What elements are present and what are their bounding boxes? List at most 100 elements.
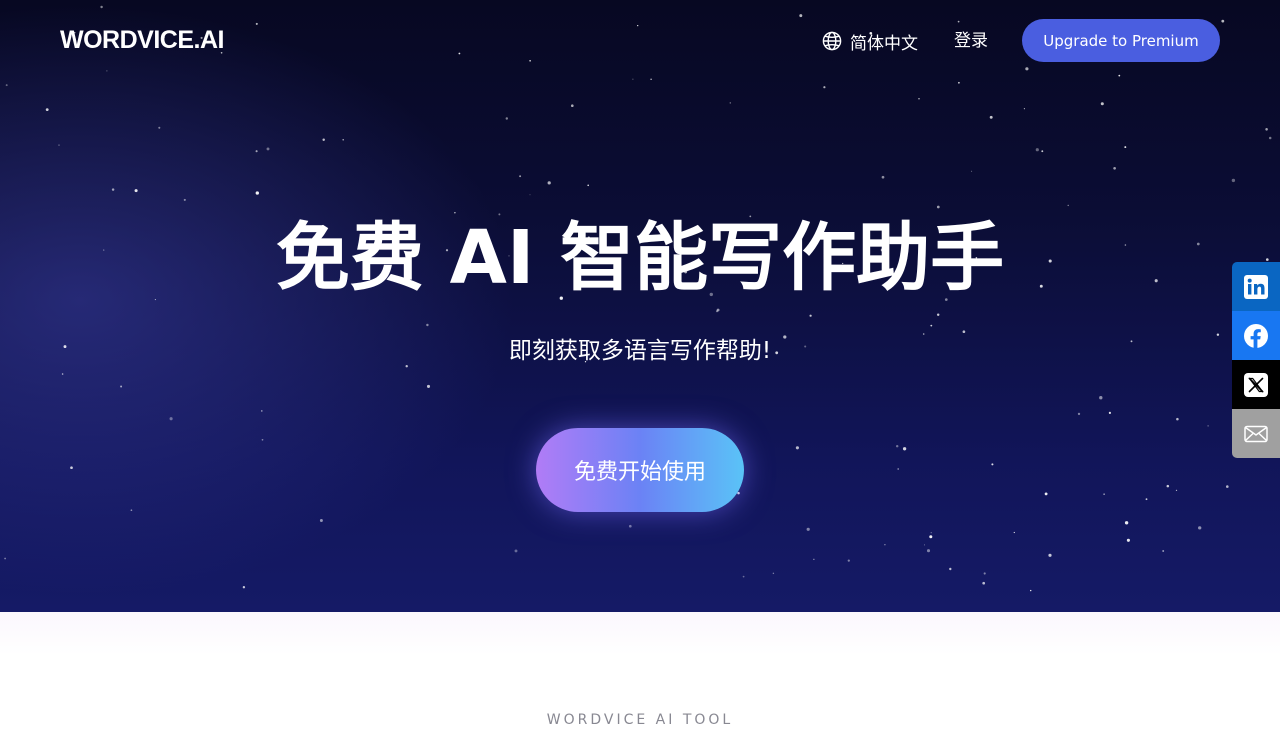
star xyxy=(628,524,632,528)
star xyxy=(255,150,258,153)
star xyxy=(1175,489,1178,492)
linkedin-icon xyxy=(1243,274,1269,300)
star xyxy=(823,86,826,89)
star xyxy=(4,557,6,560)
star xyxy=(884,543,886,546)
star xyxy=(809,314,812,317)
share-linkedin-button[interactable] xyxy=(1232,262,1280,311)
star xyxy=(772,572,775,575)
star xyxy=(70,466,73,470)
star xyxy=(936,313,940,317)
star xyxy=(1198,526,1202,530)
star xyxy=(130,509,133,512)
star xyxy=(806,527,810,531)
star xyxy=(5,84,8,87)
star xyxy=(1023,108,1025,110)
star xyxy=(261,438,264,441)
star xyxy=(322,138,325,142)
star xyxy=(519,175,522,178)
star xyxy=(1035,148,1039,152)
star xyxy=(1162,550,1165,552)
site-header: WORDVICE.AI 简体中文 登录 Upgrade to Premium xyxy=(0,0,1280,82)
starfield-background xyxy=(4,5,1272,592)
share-x-button[interactable] xyxy=(1232,360,1280,409)
star xyxy=(120,385,123,388)
star xyxy=(962,330,966,334)
star xyxy=(1231,178,1236,183)
star xyxy=(1041,150,1044,153)
star xyxy=(1067,204,1069,207)
star xyxy=(1124,146,1127,149)
star xyxy=(930,532,932,534)
star xyxy=(929,535,933,539)
star xyxy=(983,572,986,575)
star xyxy=(991,463,994,466)
start-free-button[interactable]: 免费开始使用 xyxy=(536,428,744,512)
star xyxy=(895,444,899,448)
star xyxy=(514,549,518,553)
section-tag: WORDVICE AI TOOL xyxy=(546,712,734,728)
star xyxy=(529,194,531,196)
star xyxy=(158,126,161,129)
star xyxy=(881,175,885,179)
star xyxy=(58,144,60,146)
star xyxy=(1108,411,1111,414)
language-label: 简体中文 xyxy=(850,33,918,54)
star xyxy=(505,117,509,120)
star xyxy=(255,191,259,195)
star xyxy=(266,147,270,151)
star xyxy=(1145,498,1148,501)
social-share-bar xyxy=(1232,262,1280,458)
star xyxy=(982,581,986,585)
star xyxy=(134,189,138,193)
facebook-icon xyxy=(1243,323,1269,349)
star xyxy=(111,188,115,191)
star xyxy=(716,308,720,312)
star xyxy=(971,170,973,172)
star xyxy=(342,138,344,141)
star xyxy=(1268,136,1272,140)
star xyxy=(183,198,186,201)
star xyxy=(587,184,589,187)
star xyxy=(1100,102,1104,106)
star xyxy=(958,81,960,84)
star xyxy=(1013,531,1015,534)
tools-section: WORDVICE AI TOOL xyxy=(0,612,1280,728)
star xyxy=(989,115,993,119)
language-selector[interactable]: 简体中文 xyxy=(822,29,918,54)
star xyxy=(902,447,907,451)
login-link[interactable]: 登录 xyxy=(954,29,988,53)
star xyxy=(1207,425,1209,427)
star xyxy=(1077,412,1081,416)
x-icon xyxy=(1243,372,1269,398)
share-facebook-button[interactable] xyxy=(1232,311,1280,360)
star xyxy=(1176,417,1179,421)
star xyxy=(261,410,263,412)
star xyxy=(918,98,920,100)
star xyxy=(1030,589,1032,592)
star xyxy=(45,108,49,112)
star xyxy=(729,102,732,104)
star xyxy=(1265,128,1268,131)
star xyxy=(571,104,574,107)
star xyxy=(1166,484,1170,488)
star xyxy=(926,549,931,553)
star xyxy=(847,559,850,562)
star xyxy=(169,417,173,421)
star xyxy=(242,586,246,589)
hero-title: 免费 AI 智能写作助手 xyxy=(275,215,1005,301)
star xyxy=(1124,521,1129,525)
star xyxy=(1113,166,1116,170)
star xyxy=(795,446,799,450)
star xyxy=(1126,538,1130,542)
hero-subtitle: 即刻获取多语言写作帮助! xyxy=(508,338,772,364)
star xyxy=(897,468,900,470)
share-email-button[interactable] xyxy=(1232,409,1280,458)
star xyxy=(1226,485,1229,488)
wordvice-logo[interactable]: WORDVICE.AI xyxy=(60,26,224,54)
upgrade-premium-button[interactable]: Upgrade to Premium xyxy=(1022,19,1220,62)
star xyxy=(1099,396,1103,400)
globe-icon xyxy=(822,31,842,51)
star xyxy=(61,373,64,375)
star xyxy=(426,323,429,327)
